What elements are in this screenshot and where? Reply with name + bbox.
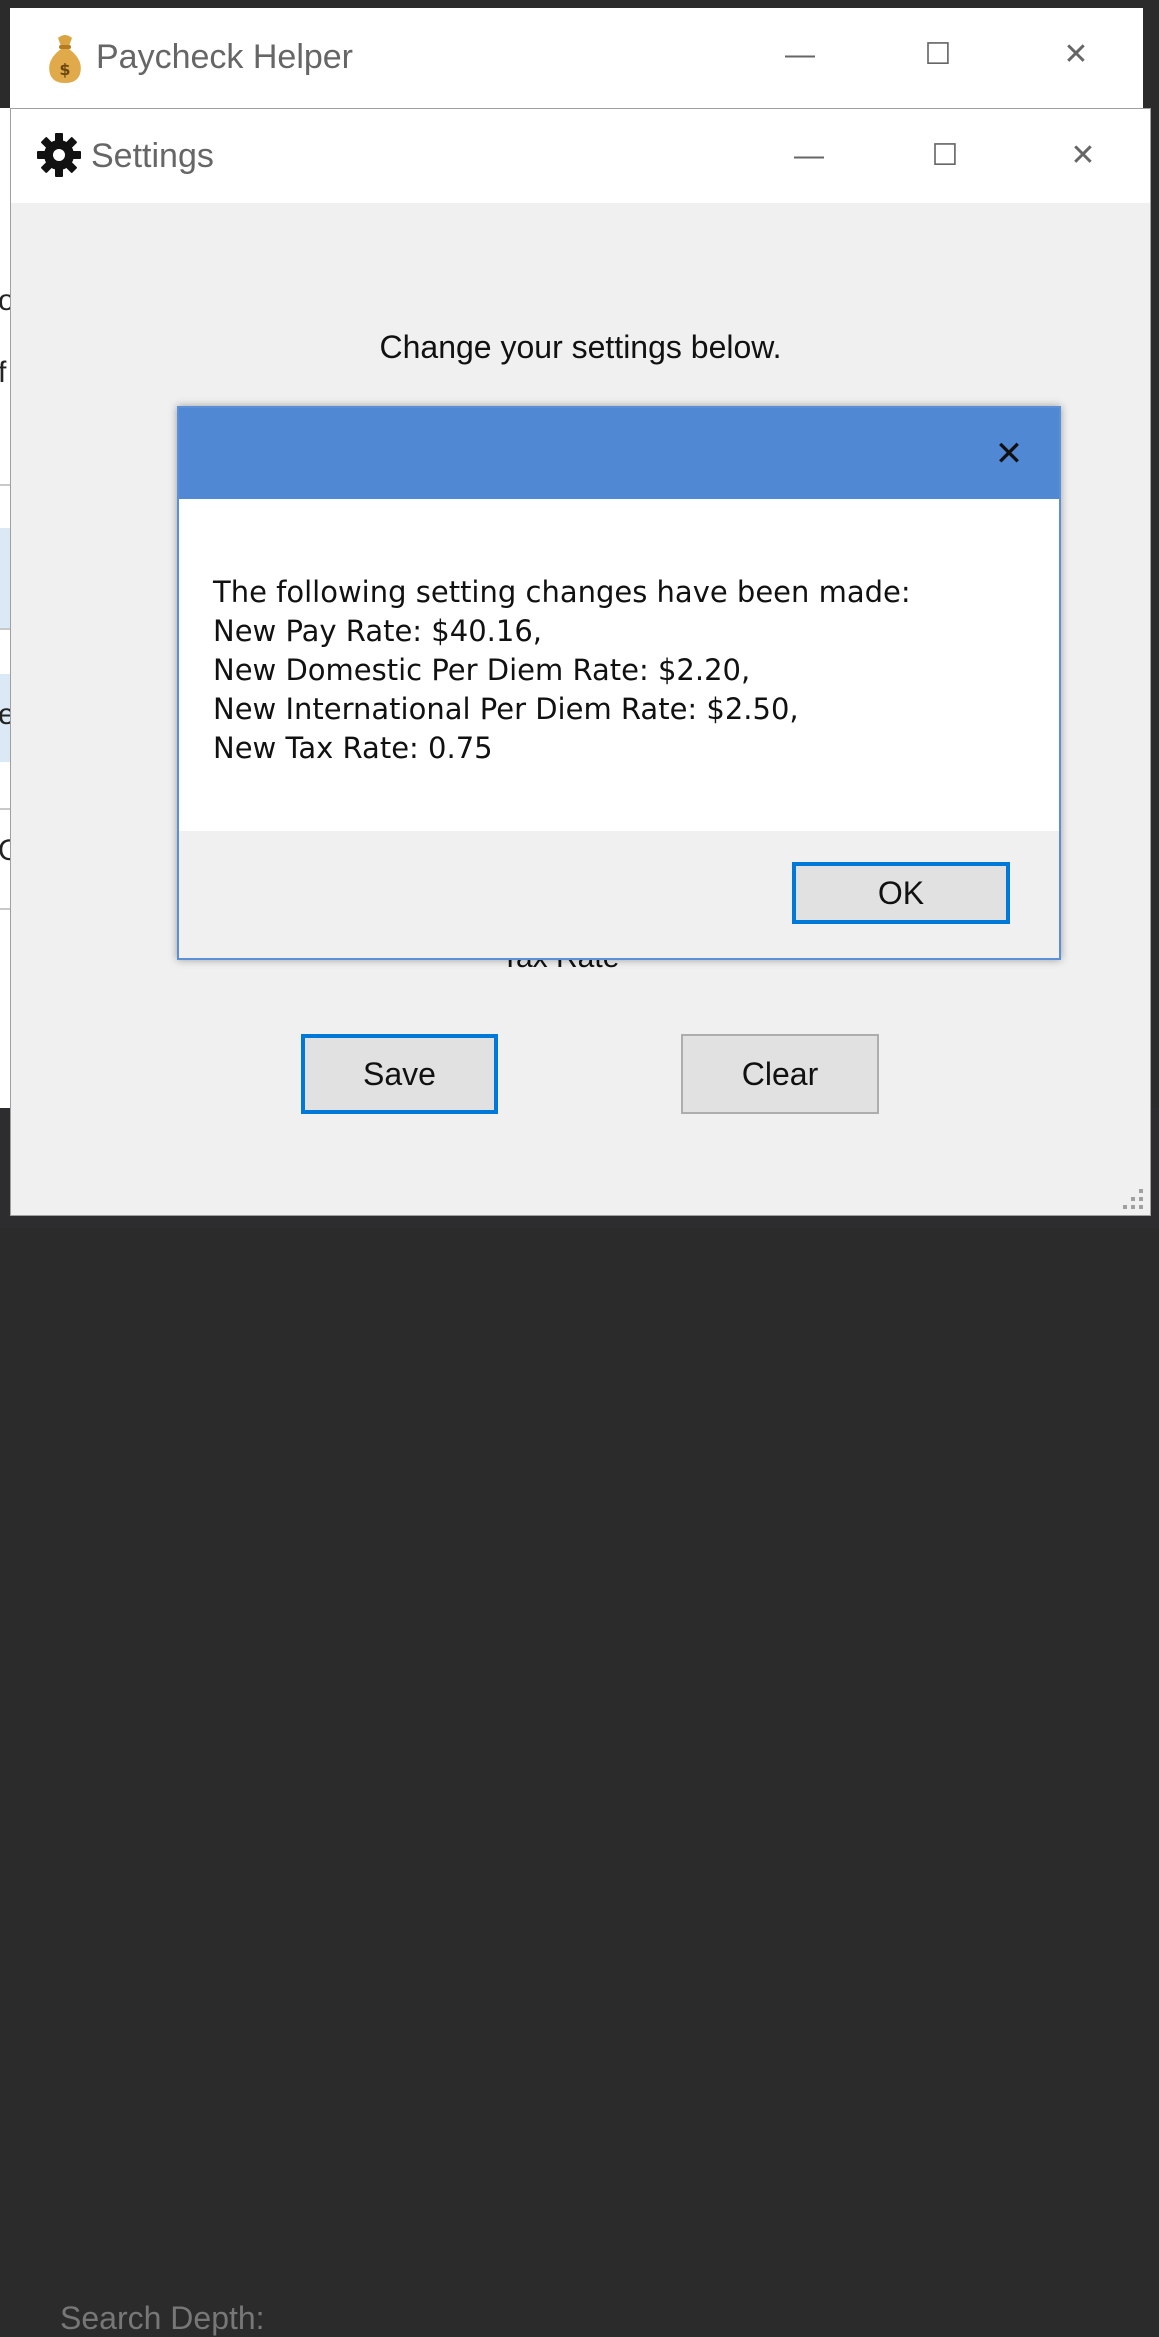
resize-grip-icon[interactable] bbox=[1111, 1177, 1147, 1213]
settings-title: Settings bbox=[91, 137, 214, 175]
dialog-message-line: New Tax Rate: 0.75 bbox=[213, 731, 493, 765]
dialog-message-line: New International Per Diem Rate: $2.50, bbox=[213, 692, 799, 726]
bg-maximize-button[interactable]: ☐ bbox=[908, 30, 968, 80]
dialog-titlebar: ✕ bbox=[179, 408, 1059, 499]
money-bag-icon: $ bbox=[49, 35, 81, 83]
save-button[interactable]: Save bbox=[301, 1034, 498, 1114]
dialog-message-line: New Domestic Per Diem Rate: $2.20, bbox=[213, 653, 751, 687]
paycheck-helper-titlebar: $ Paycheck Helper — ☐ ✕ bbox=[10, 8, 1143, 108]
paycheck-helper-title: Paycheck Helper bbox=[96, 38, 354, 76]
gear-icon bbox=[37, 133, 81, 177]
dialog-message-line: New Pay Rate: $40.16, bbox=[213, 614, 542, 648]
settings-maximize-button[interactable]: ☐ bbox=[915, 131, 975, 181]
ok-button[interactable]: OK bbox=[792, 862, 1010, 924]
dialog-message: The following setting changes have been … bbox=[213, 573, 911, 768]
clear-button[interactable]: Clear bbox=[681, 1034, 879, 1114]
settings-titlebar: Settings — ☐ ✕ bbox=[11, 109, 1150, 203]
settings-close-button[interactable]: ✕ bbox=[1053, 131, 1113, 181]
settings-minimize-button[interactable]: — bbox=[779, 131, 839, 181]
dialog-close-button[interactable]: ✕ bbox=[979, 426, 1039, 482]
paycheck-helper-window: $ Paycheck Helper — ☐ ✕ bbox=[10, 8, 1143, 108]
bg-close-button[interactable]: ✕ bbox=[1046, 30, 1106, 80]
svg-text:$: $ bbox=[59, 60, 70, 79]
settings-instruction: Change your settings below. bbox=[379, 329, 782, 365]
confirmation-dialog: ✕ The following setting changes have bee… bbox=[177, 406, 1061, 960]
parent-edge-char: f bbox=[0, 356, 7, 389]
dialog-message-line: The following setting changes have been … bbox=[213, 575, 911, 609]
background-search-depth-text: Search Depth: bbox=[60, 2300, 265, 2336]
dialog-message-area: The following setting changes have been … bbox=[179, 499, 1059, 831]
bg-minimize-button[interactable]: — bbox=[770, 30, 830, 80]
